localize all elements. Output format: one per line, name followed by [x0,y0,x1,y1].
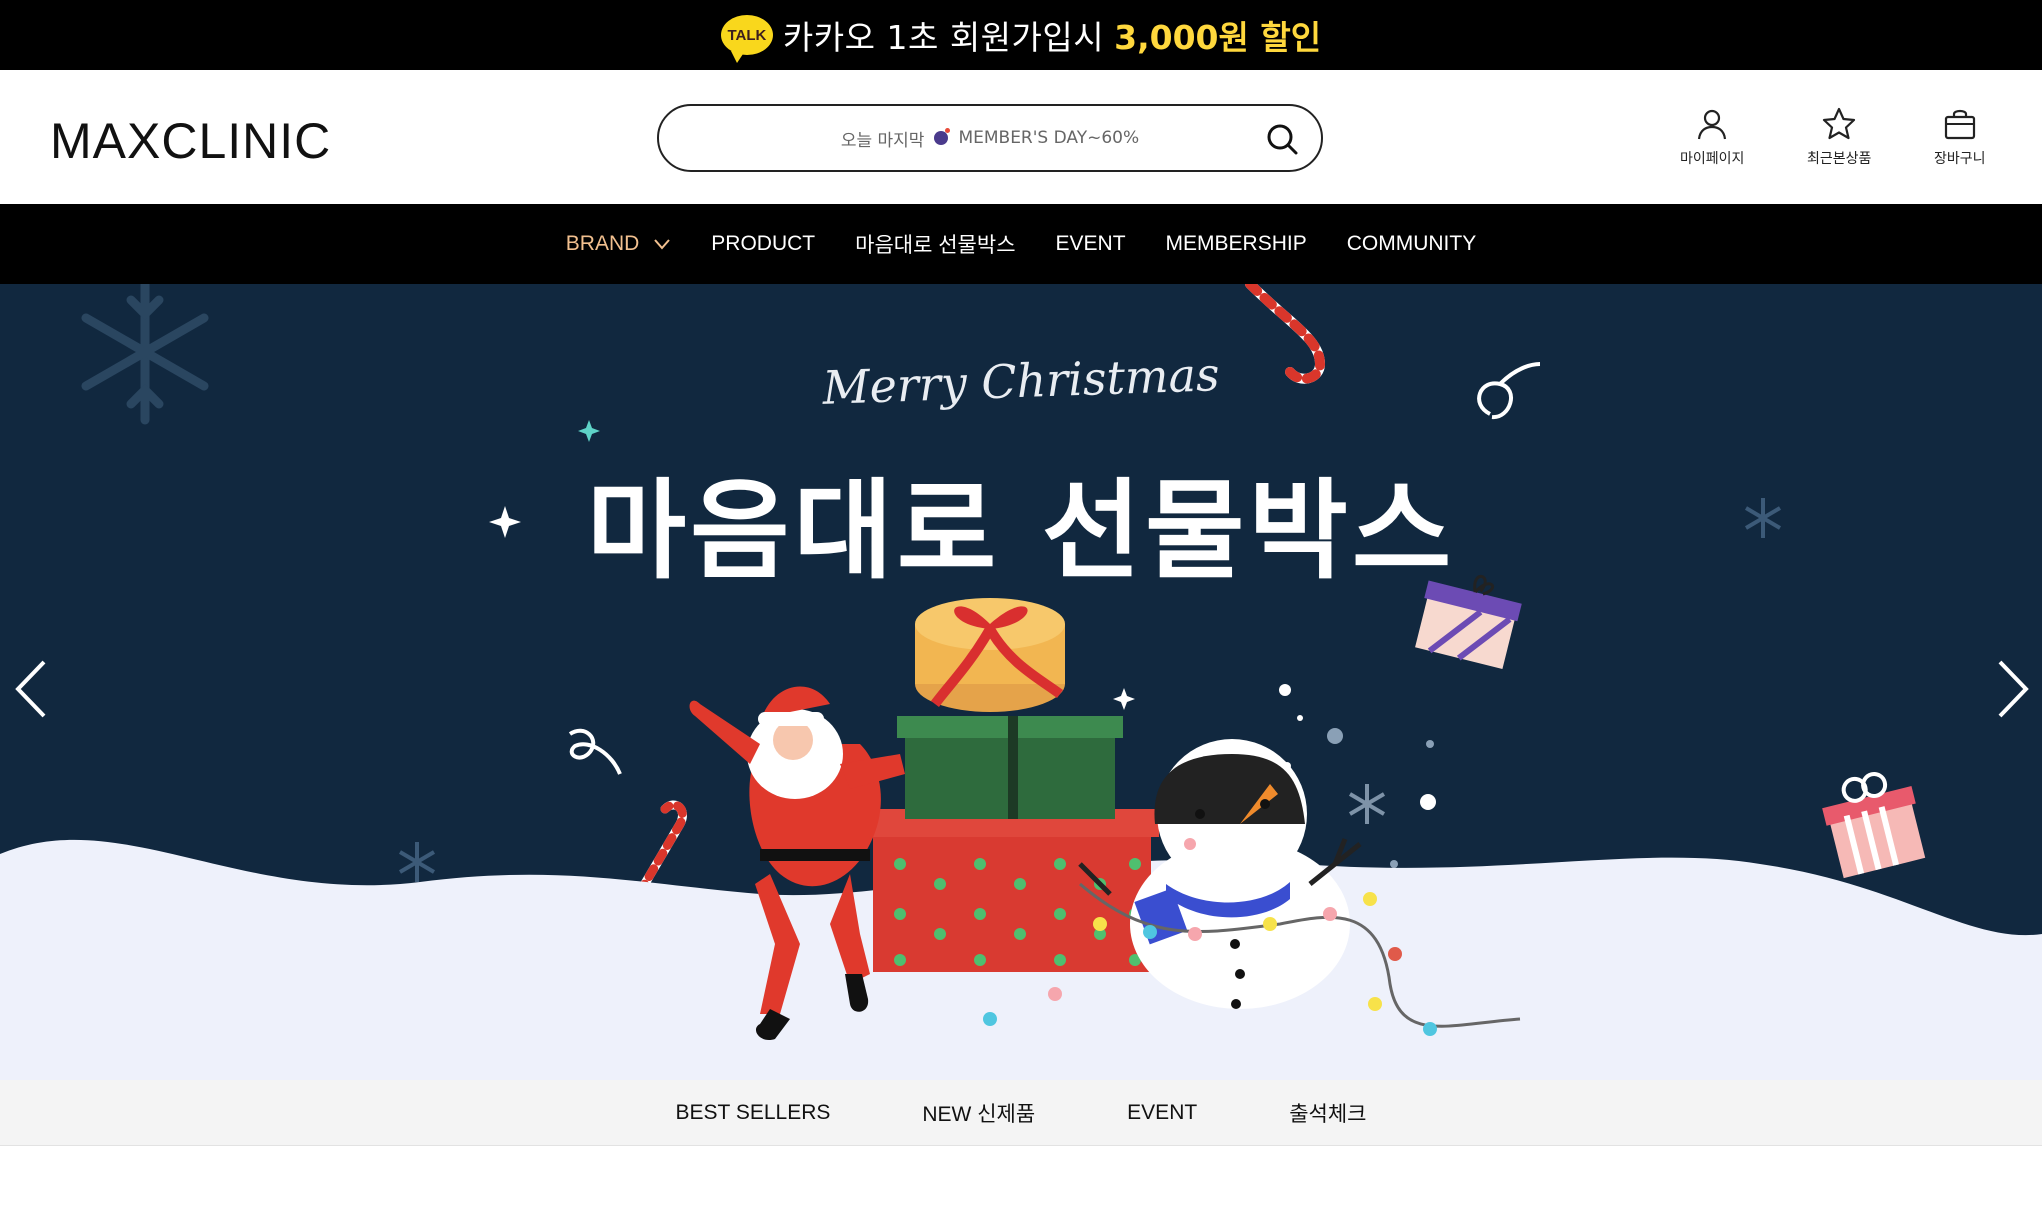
nav-item-giftbox[interactable]: 마음대로 선물박스 [855,229,1015,259]
bomb-icon [934,128,951,145]
nav-item-label: PRODUCT [711,232,816,255]
nav-item-membership[interactable]: MEMBERSHIP [1166,232,1307,256]
recent-items-button[interactable]: 최근본상품 [1807,106,1871,168]
mypage-label: 마이페이지 [1680,151,1745,167]
mypage-button[interactable]: 마이페이지 [1680,106,1744,168]
nav-item-label: MEMBERSHIP [1165,232,1307,255]
hero-title: 마음대로 선물박스 [586,469,1456,594]
nav-item-brand[interactable]: BRAND [566,232,672,256]
kakao-talk-icon: TALK [720,15,773,63]
star-icon [1823,107,1856,140]
tab-best-sellers[interactable]: BEST SELLERS [676,1101,831,1125]
hero-banner[interactable]: Merry Christmas 마음대로 선물박스 [0,284,2042,1080]
snowflake-icon [398,842,436,882]
search-placeholder: 오늘 마지막 MEMBER'S DAY~60% [841,126,1139,151]
shopping-bag-icon [1944,109,1975,140]
cart-label: 장바구니 [1934,151,1986,167]
recent-items-label: 최근본상품 [1807,151,1872,167]
tab-attendance-check[interactable]: 출석체크 [1289,1098,1366,1128]
search-bar[interactable]: 오늘 마지막 MEMBER'S DAY~60% [657,104,1323,172]
promo-discount: 3,000원 할인 [1114,18,1322,57]
user-icon [1698,109,1727,140]
promo-text: 카카오 1초 회원가입시 [782,18,1105,57]
search-placeholder-suffix: MEMBER'S DAY~60% [958,128,1140,148]
nav-item-label: 마음대로 선물박스 [855,234,1016,257]
sparkle-icon [1113,688,1135,710]
main-nav: BRAND PRODUCT 마음대로 선물박스 EVENT MEMBERSHIP… [0,204,2042,284]
brand-logo[interactable]: MAXCLINIC [50,112,331,170]
chevron-down-icon [654,239,671,250]
nav-item-community[interactable]: COMMUNITY [1347,232,1477,256]
chevron-left-icon[interactable] [10,654,54,724]
gift-box-icon [1822,772,1926,879]
cart-button[interactable]: 장바구니 [1934,106,1986,168]
tab-new-products[interactable]: NEW 신제품 [922,1098,1035,1128]
promo-bar[interactable]: TALK 카카오 1초 회원가입시 3,000원 할인 [0,0,2042,70]
nav-item-event[interactable]: EVENT [1056,232,1126,256]
nav-item-product[interactable]: PRODUCT [711,232,815,256]
gift-stack [865,598,1159,972]
product-tabs: BEST SELLERS NEW 신제품 EVENT 출석체크 [0,1080,2042,1146]
snowflake-icon [1348,784,1386,824]
nav-item-label: COMMUNITY [1346,232,1477,255]
search-icon[interactable] [1265,122,1299,156]
search-placeholder-prefix: 오늘 마지막 [840,130,925,151]
nav-item-label: BRAND [565,232,640,255]
tab-event[interactable]: EVENT [1127,1101,1197,1125]
nav-item-label: EVENT [1055,232,1126,255]
site-header: MAXCLINIC 오늘 마지막 MEMBER'S DAY~60% 마이페이지 … [0,70,2042,204]
chevron-right-icon[interactable] [1990,654,2034,724]
